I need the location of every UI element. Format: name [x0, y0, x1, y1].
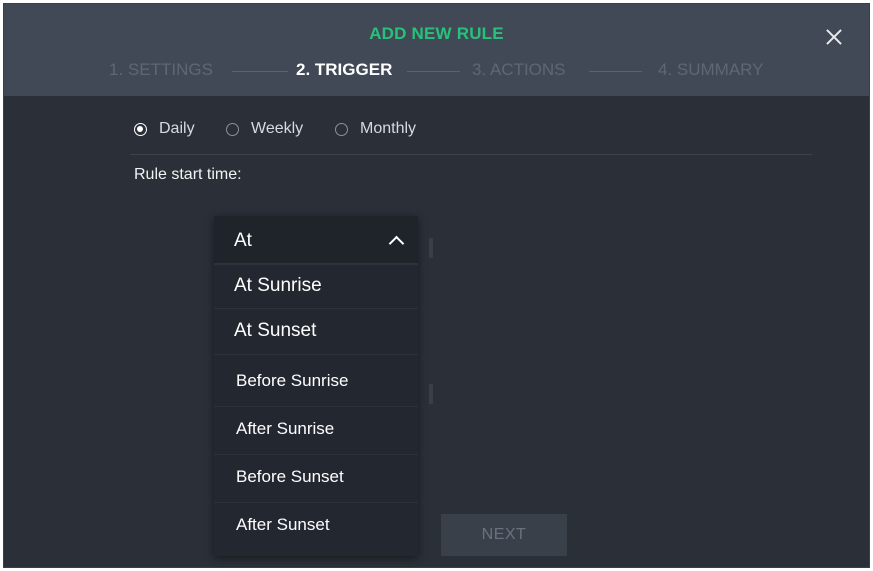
dropdown-option-label: Before Sunset — [236, 467, 344, 486]
rule-start-time-label: Rule start time: — [134, 166, 242, 183]
chevron-up-icon — [388, 235, 405, 252]
radio-monthly[interactable]: Monthly — [335, 118, 416, 140]
dropdown-option-at-sunset[interactable]: At Sunset — [214, 308, 418, 354]
radio-label: Monthly — [360, 120, 417, 137]
dropdown-option-before-sunset[interactable]: Before Sunset — [214, 454, 418, 502]
offset-field-edge — [429, 384, 433, 404]
next-button[interactable]: NEXT — [441, 514, 567, 556]
dropdown-selected-label: At — [234, 230, 252, 251]
radio-unchecked-icon — [335, 122, 348, 136]
dropdown-option-label: Before Sunrise — [236, 371, 349, 390]
dropdown-option-label: After Sunset — [236, 515, 330, 534]
dropdown-option-before-sunrise[interactable]: Before Sunrise — [214, 354, 418, 406]
step-actions: 3. ACTIONS — [472, 60, 566, 79]
step-connector — [407, 71, 460, 72]
step-summary: 4. SUMMARY — [658, 60, 764, 79]
close-icon[interactable] — [823, 26, 845, 48]
step-settings: 1. SETTINGS — [109, 60, 213, 79]
radio-weekly[interactable]: Weekly — [226, 118, 303, 140]
radio-daily[interactable]: Daily — [134, 118, 195, 140]
step-trigger: 2. TRIGGER — [296, 60, 393, 79]
radio-label: Daily — [159, 120, 195, 137]
step-connector — [589, 71, 642, 72]
radio-label: Weekly — [251, 120, 304, 137]
dropdown-option-label: After Sunrise — [236, 419, 335, 438]
dropdown-selected[interactable]: At — [214, 216, 418, 264]
dropdown-option-after-sunset[interactable]: After Sunset — [214, 502, 418, 556]
start-time-dropdown: At At Sunrise At Sunset Before Sunrise A… — [214, 216, 418, 556]
dropdown-option-after-sunrise[interactable]: After Sunrise — [214, 406, 418, 454]
dropdown-option-label: At Sunrise — [234, 275, 322, 296]
dialog-title: ADD NEW RULE — [369, 24, 504, 43]
dropdown-option-label: At Sunset — [234, 320, 317, 341]
radio-checked-icon — [134, 122, 147, 136]
radio-unchecked-icon — [226, 122, 239, 136]
time-field-edge — [429, 238, 433, 258]
add-rule-dialog: ADD NEW RULE 1. SETTINGS 2. TRIGGER 3. A… — [3, 3, 870, 568]
dialog-header: ADD NEW RULE 1. SETTINGS 2. TRIGGER 3. A… — [4, 4, 869, 96]
divider — [130, 154, 812, 155]
dropdown-option-at-sunrise[interactable]: At Sunrise — [214, 264, 418, 308]
step-connector — [232, 71, 288, 72]
